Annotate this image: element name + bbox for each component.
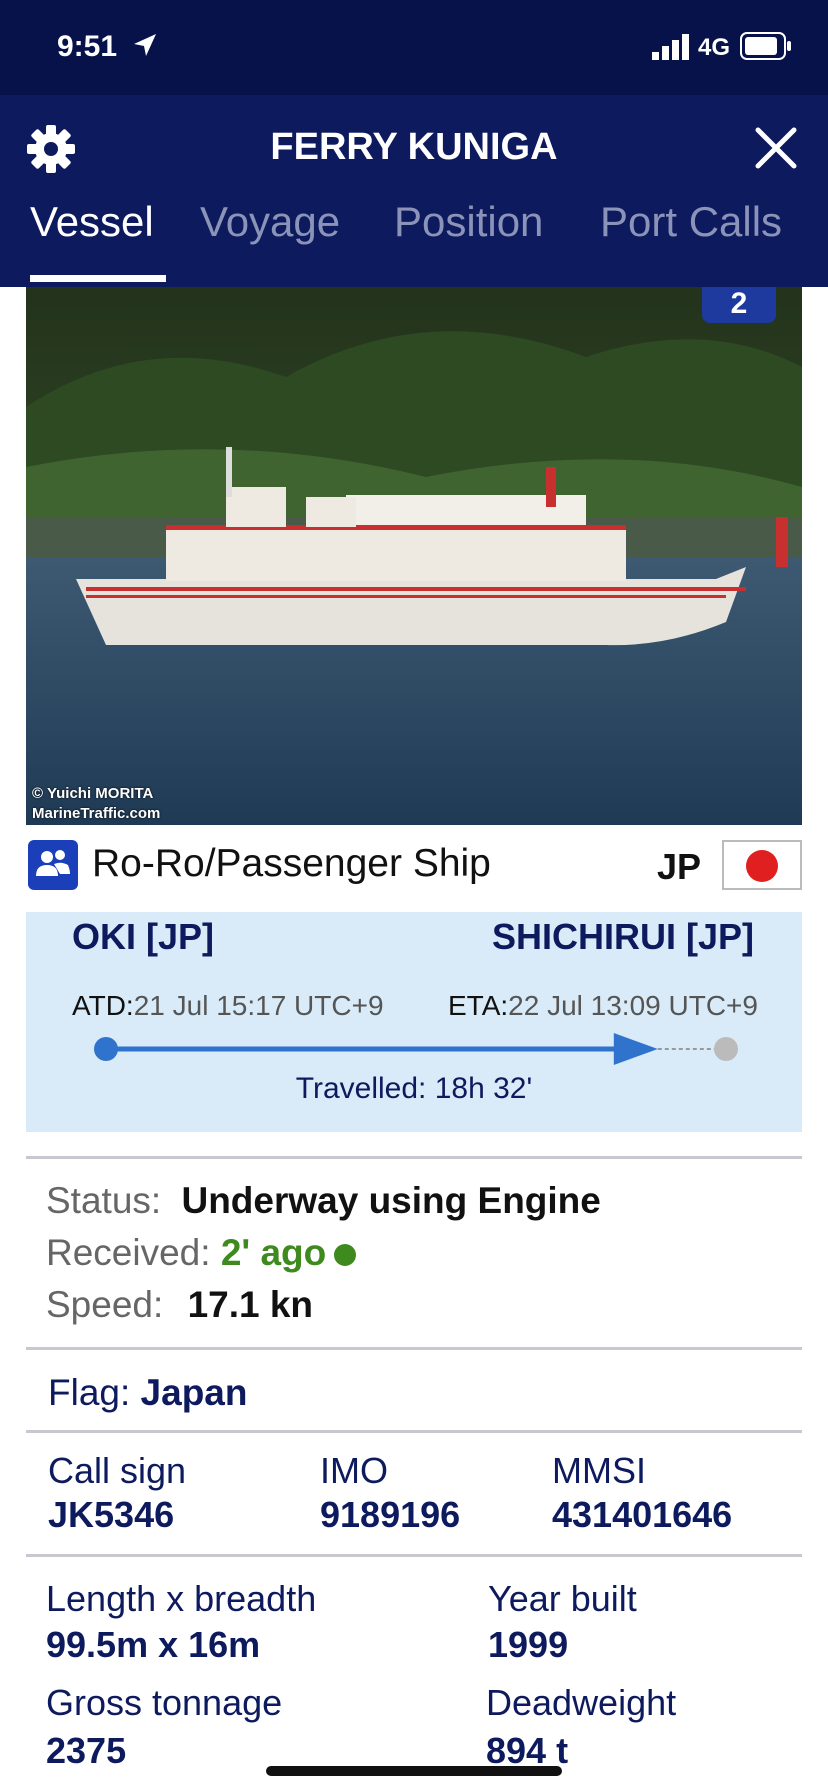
network-type: 4G xyxy=(698,34,731,61)
status-bar: 9:51 4G xyxy=(0,0,828,95)
departure-point xyxy=(94,1037,118,1061)
mmsi-label: MMSI xyxy=(552,1450,646,1491)
route-panel[interactable]: OKI [JP] SHICHIRUI [JP] ATD:21 Jul 15:17… xyxy=(26,912,802,1132)
tab-position[interactable]: Position xyxy=(394,198,543,246)
travelled-time: Travelled: 18h 32' xyxy=(295,1072,533,1105)
clock: 9:51 xyxy=(57,30,118,63)
settings-gear-icon[interactable] xyxy=(26,124,76,174)
photo-credit-source: MarineTraffic.com xyxy=(32,805,161,822)
location-arrow-icon xyxy=(134,34,156,56)
vessel-title: FERRY KUNIGA xyxy=(270,126,558,168)
photo-credit-author: © Yuichi MORITA xyxy=(32,785,154,802)
photo-credit: © Yuichi MORITA MarineTraffic.com xyxy=(32,784,160,824)
vessel-photo[interactable] xyxy=(26,287,802,825)
japan-flag-icon xyxy=(722,840,802,890)
status-value: Underway using Engine xyxy=(181,1180,601,1221)
received-value: 2' ago xyxy=(220,1232,327,1273)
call-sign-value: JK5346 xyxy=(48,1494,175,1535)
divider xyxy=(26,1430,802,1433)
deadweight-label: Deadweight xyxy=(486,1682,677,1723)
divider xyxy=(26,1554,802,1557)
divider xyxy=(26,1347,802,1350)
call-sign-label: Call sign xyxy=(48,1450,187,1491)
mmsi-value: 431401646 xyxy=(552,1494,733,1535)
gross-tonnage-label: Gross tonnage xyxy=(46,1682,283,1723)
passenger-ship-icon xyxy=(28,840,78,890)
battery-icon xyxy=(740,32,791,60)
cell-signal-icon xyxy=(652,34,689,60)
imo-label: IMO xyxy=(320,1450,388,1491)
online-status-dot xyxy=(334,1244,357,1267)
close-icon[interactable] xyxy=(752,124,800,172)
length-breadth-value: 99.5m x 16m xyxy=(46,1624,261,1665)
tab-vessel[interactable]: Vessel xyxy=(30,198,154,246)
photo-count-badge[interactable]: 2 xyxy=(702,287,776,323)
tab-port-calls[interactable]: Port Calls xyxy=(600,198,782,246)
year-built-label: Year built xyxy=(488,1578,637,1619)
flag-row: Flag: Japan xyxy=(48,1372,247,1414)
speed-value: 17.1 kn xyxy=(187,1284,314,1325)
active-tab-indicator xyxy=(30,275,166,282)
tab-voyage[interactable]: Voyage xyxy=(200,198,340,246)
divider xyxy=(26,1156,802,1159)
destination-point xyxy=(714,1037,738,1061)
status-label: Status: xyxy=(46,1180,162,1221)
home-indicator[interactable] xyxy=(266,1766,562,1776)
speed-row: Speed: 17.1 kn xyxy=(46,1284,313,1326)
speed-label: Speed: xyxy=(46,1284,164,1325)
imo-value: 9189196 xyxy=(320,1494,461,1535)
vessel-type-row: Ro-Ro/Passenger Ship JP xyxy=(0,828,828,904)
flag-sun xyxy=(746,850,778,882)
status-row: Status: Underway using Engine xyxy=(46,1180,601,1222)
length-breadth-label: Length x breadth xyxy=(46,1578,317,1619)
gross-tonnage-value: 2375 xyxy=(46,1730,127,1771)
flag-label: Flag: xyxy=(48,1372,131,1413)
vessel-position-arrow-icon xyxy=(613,1033,658,1065)
vessel-type-label: Ro-Ro/Passenger Ship xyxy=(92,842,491,885)
flag-code: JP xyxy=(657,846,702,887)
year-built-value: 1999 xyxy=(488,1624,569,1665)
received-row: Received: 2' ago xyxy=(46,1232,357,1274)
received-label: Received: xyxy=(46,1232,211,1273)
flag-value: Japan xyxy=(140,1372,248,1413)
